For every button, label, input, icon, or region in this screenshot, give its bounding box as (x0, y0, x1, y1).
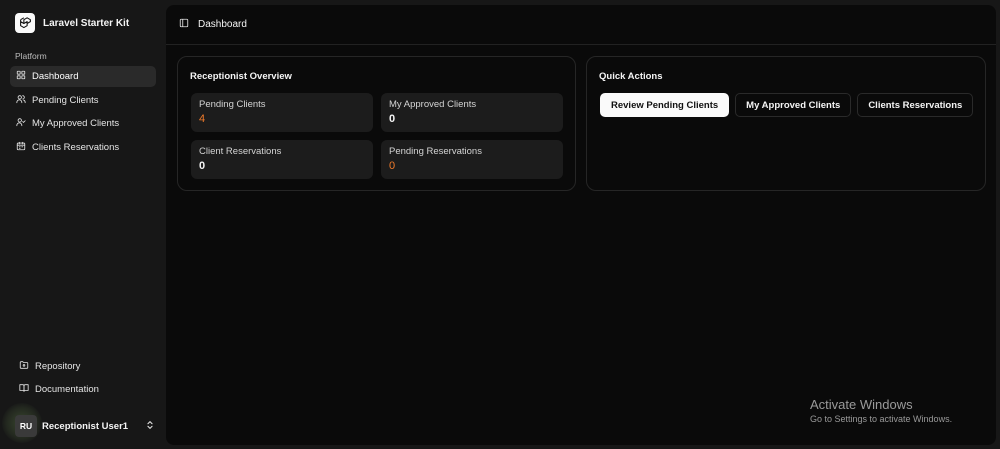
quick-actions-title: Quick Actions (599, 71, 663, 82)
stat-client-reservations: Client Reservations 0 (191, 140, 373, 179)
layout-grid-icon (16, 70, 26, 83)
laravel-logo-icon (15, 13, 35, 33)
top-bar: Dashboard (166, 5, 996, 45)
user-check-icon (16, 117, 26, 130)
user-name: Receptionist User1 (42, 420, 129, 432)
chevrons-up-down-icon (145, 420, 155, 433)
sidebar-item-clients-reservations[interactable]: Clients Reservations (10, 137, 156, 158)
sidebar-item-label: Dashboard (32, 71, 79, 82)
nav-section-label: Platform (15, 51, 47, 61)
stat-value: 0 (389, 160, 396, 172)
sidebar-item-pending-clients[interactable]: Pending Clients (10, 90, 156, 111)
main-content: Dashboard Receptionist Overview Pending … (166, 5, 996, 445)
sidebar-item-dashboard[interactable]: Dashboard (10, 66, 156, 87)
brand[interactable]: Laravel Starter Kit (15, 13, 129, 33)
review-pending-clients-button[interactable]: Review Pending Clients (600, 93, 730, 117)
folder-git-icon (19, 360, 29, 373)
documentation-link[interactable]: Documentation (15, 380, 155, 400)
panel-left-icon[interactable] (179, 18, 189, 31)
my-approved-clients-button[interactable]: My Approved Clients (735, 93, 852, 117)
sidebar-item-my-approved-clients[interactable]: My Approved Clients (10, 113, 156, 134)
stat-label: Client Reservations (199, 146, 282, 157)
stat-label: Pending Clients (199, 99, 266, 110)
clients-reservations-button[interactable]: Clients Reservations (857, 93, 974, 117)
stat-value: 4 (199, 113, 206, 125)
watermark-subtitle: Go to Settings to activate Windows. (810, 414, 953, 424)
sidebar-item-label: My Approved Clients (32, 118, 120, 129)
stat-label: My Approved Clients (389, 99, 477, 110)
calendar-icon (16, 141, 26, 154)
sidebar: Laravel Starter Kit Platform Dashboard P… (0, 0, 166, 449)
avatar: RU (15, 415, 37, 437)
stat-pending-clients: Pending Clients 4 (191, 93, 373, 132)
user-menu[interactable]: RU Receptionist User1 (15, 415, 155, 437)
users-icon (16, 94, 26, 107)
overview-card: Receptionist Overview Pending Clients 4 … (177, 56, 576, 191)
book-open-icon (19, 383, 29, 396)
stat-label: Pending Reservations (389, 146, 482, 157)
stat-pending-reservations: Pending Reservations 0 (381, 140, 563, 179)
app-title: Laravel Starter Kit (43, 17, 130, 29)
overview-title: Receptionist Overview (190, 71, 292, 82)
sidebar-footer-links: Repository Documentation (15, 356, 155, 403)
breadcrumb[interactable]: Dashboard (198, 19, 247, 30)
sidebar-item-label: Clients Reservations (32, 141, 120, 153)
stat-my-approved-clients: My Approved Clients 0 (381, 93, 563, 132)
sidebar-item-label: Pending Clients (32, 94, 99, 106)
repository-link[interactable]: Repository (15, 356, 155, 376)
repository-link-label: Repository (35, 360, 81, 372)
activate-windows-watermark: Activate Windows Go to Settings to activ… (810, 397, 952, 424)
quick-actions-buttons: Review Pending Clients My Approved Clien… (600, 93, 974, 117)
stat-value: 0 (389, 113, 396, 125)
quick-actions-card: Quick Actions Review Pending Clients My … (586, 56, 986, 191)
sidebar-nav: Dashboard Pending Clients My Approved Cl… (10, 66, 156, 160)
watermark-title: Activate Windows (810, 397, 913, 412)
stat-value: 0 (199, 160, 206, 172)
documentation-link-label: Documentation (35, 384, 99, 395)
